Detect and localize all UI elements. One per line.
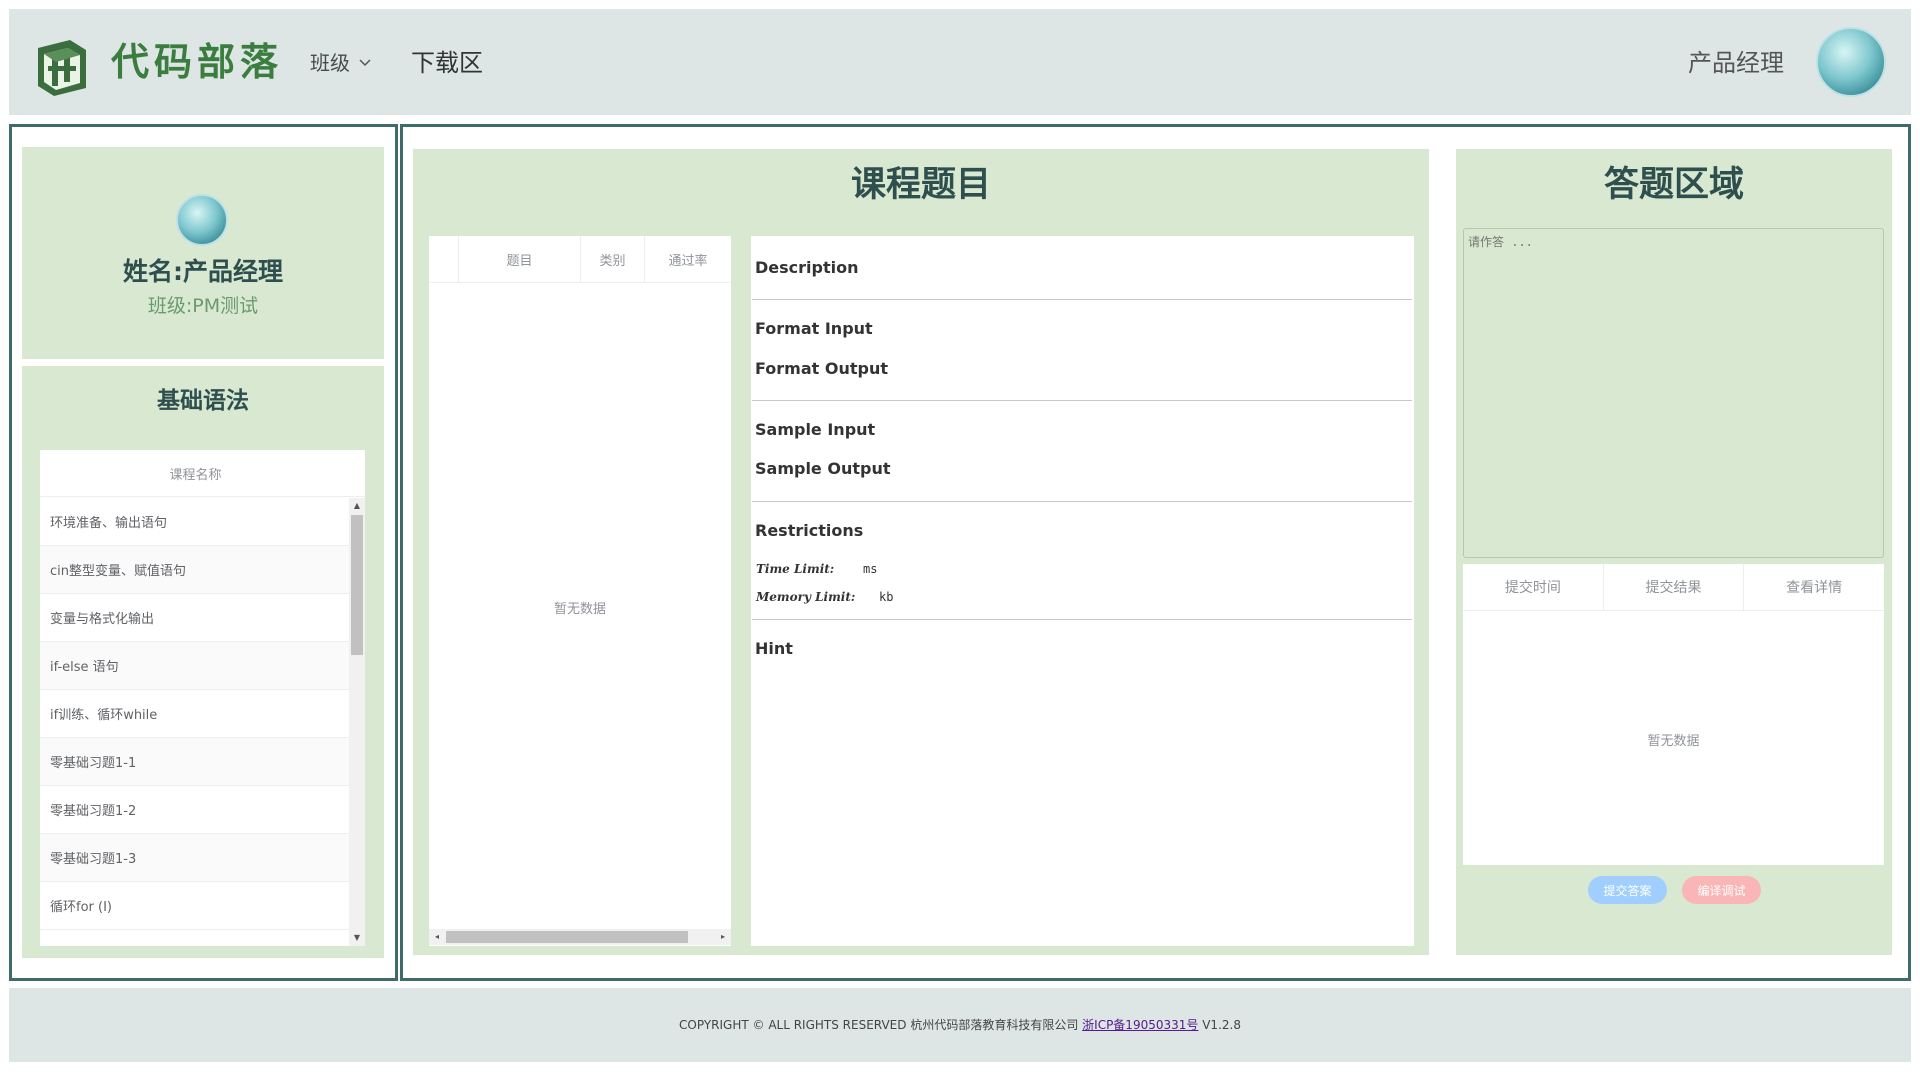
- nav-class-dropdown[interactable]: 班级: [310, 50, 372, 76]
- profile-name: 姓名:产品经理: [123, 257, 283, 286]
- submission-col-result[interactable]: 提交结果: [1604, 564, 1745, 610]
- profile-card: [22, 147, 384, 359]
- hint-label: Hint: [755, 639, 793, 658]
- submission-col-time[interactable]: 提交时间: [1463, 564, 1604, 610]
- course-list: 环境准备、输出语句 cin整型变量、赋值语句 变量与格式化输出 if-else …: [40, 498, 349, 946]
- divider: [752, 400, 1412, 401]
- profile-avatar: [176, 194, 228, 246]
- footer-copyright: COPYRIGHT © ALL RIGHTS RESERVED 杭州代码部落教育…: [679, 1018, 1079, 1032]
- problem-col-index: [429, 236, 459, 282]
- submit-answer-button[interactable]: 提交答案: [1588, 876, 1667, 904]
- divider: [752, 619, 1412, 620]
- time-limit-unit: ms: [863, 562, 878, 576]
- course-item[interactable]: 环境准备、输出语句: [40, 498, 349, 546]
- problem-scroll-thumb[interactable]: [446, 931, 688, 943]
- problem-col-title[interactable]: 题目: [459, 236, 581, 282]
- problem-table-header: 题目 类别 通过率: [429, 236, 731, 283]
- memory-limit-unit: kb: [879, 590, 894, 604]
- submission-col-detail[interactable]: 查看详情: [1744, 564, 1884, 610]
- top-header: [9, 9, 1911, 115]
- nav-class-label: 班级: [310, 51, 350, 75]
- course-item[interactable]: 零基础习题1-2: [40, 786, 349, 834]
- course-section-title: 基础语法: [157, 388, 249, 414]
- logo-icon: [38, 40, 86, 96]
- course-table-header: 课程名称: [40, 450, 365, 497]
- scroll-right-icon[interactable]: ▸: [715, 931, 731, 943]
- scroll-left-icon[interactable]: ◂: [429, 931, 445, 943]
- submission-empty-text: 暂无数据: [1647, 734, 1700, 749]
- course-item[interactable]: 循环for (I): [40, 882, 349, 930]
- footer-text: COPYRIGHT © ALL RIGHTS RESERVED 杭州代码部落教育…: [9, 1017, 1911, 1033]
- user-avatar[interactable]: [1816, 27, 1886, 97]
- format-output-label: Format Output: [755, 359, 888, 378]
- course-item[interactable]: 零基础习题1-3: [40, 834, 349, 882]
- course-item[interactable]: cin整型变量、赋值语句: [40, 546, 349, 594]
- profile-class: 班级:PM测试: [147, 295, 259, 317]
- course-item[interactable]: if训练、循环while: [40, 690, 349, 738]
- course-item[interactable]: if-else 语句: [40, 642, 349, 690]
- course-scroll-thumb[interactable]: [351, 515, 363, 655]
- problem-empty-text: 暂无数据: [553, 602, 606, 617]
- course-item[interactable]: 变量与格式化输出: [40, 594, 349, 642]
- time-limit-label: Time Limit:: [756, 562, 835, 576]
- footer-version: V1.2.8: [1202, 1018, 1241, 1032]
- scroll-down-icon[interactable]: ▼: [349, 932, 365, 944]
- divider: [752, 299, 1412, 300]
- problem-section-title: 课程题目: [850, 165, 991, 205]
- sample-output-label: Sample Output: [755, 459, 891, 478]
- problem-col-pass-rate[interactable]: 通过率: [645, 236, 731, 282]
- problem-table: [429, 236, 731, 946]
- header-user-name[interactable]: 产品经理: [1688, 48, 1784, 78]
- answer-textarea[interactable]: [1463, 228, 1884, 558]
- course-item[interactable]: 零基础习题1-1: [40, 738, 349, 786]
- nav-download-link[interactable]: 下载区: [411, 48, 483, 78]
- sample-input-label: Sample Input: [755, 420, 876, 439]
- chevron-down-icon: [359, 59, 371, 67]
- answer-section-title: 答题区域: [1603, 165, 1744, 205]
- footer-icp-link[interactable]: 浙ICP备19050331号: [1082, 1018, 1198, 1032]
- restrictions-label: Restrictions: [755, 521, 864, 540]
- scroll-up-icon[interactable]: ▲: [349, 500, 365, 512]
- brand-name: 代码部落: [111, 40, 284, 84]
- description-label: Description: [755, 258, 859, 277]
- compile-debug-button[interactable]: 编译调试: [1682, 876, 1761, 904]
- submission-table-header: 提交时间 提交结果 查看详情: [1463, 564, 1884, 611]
- divider: [752, 501, 1412, 502]
- format-input-label: Format Input: [755, 319, 873, 338]
- memory-limit-label: Memory Limit:: [756, 590, 856, 604]
- problem-col-category[interactable]: 类别: [581, 236, 645, 282]
